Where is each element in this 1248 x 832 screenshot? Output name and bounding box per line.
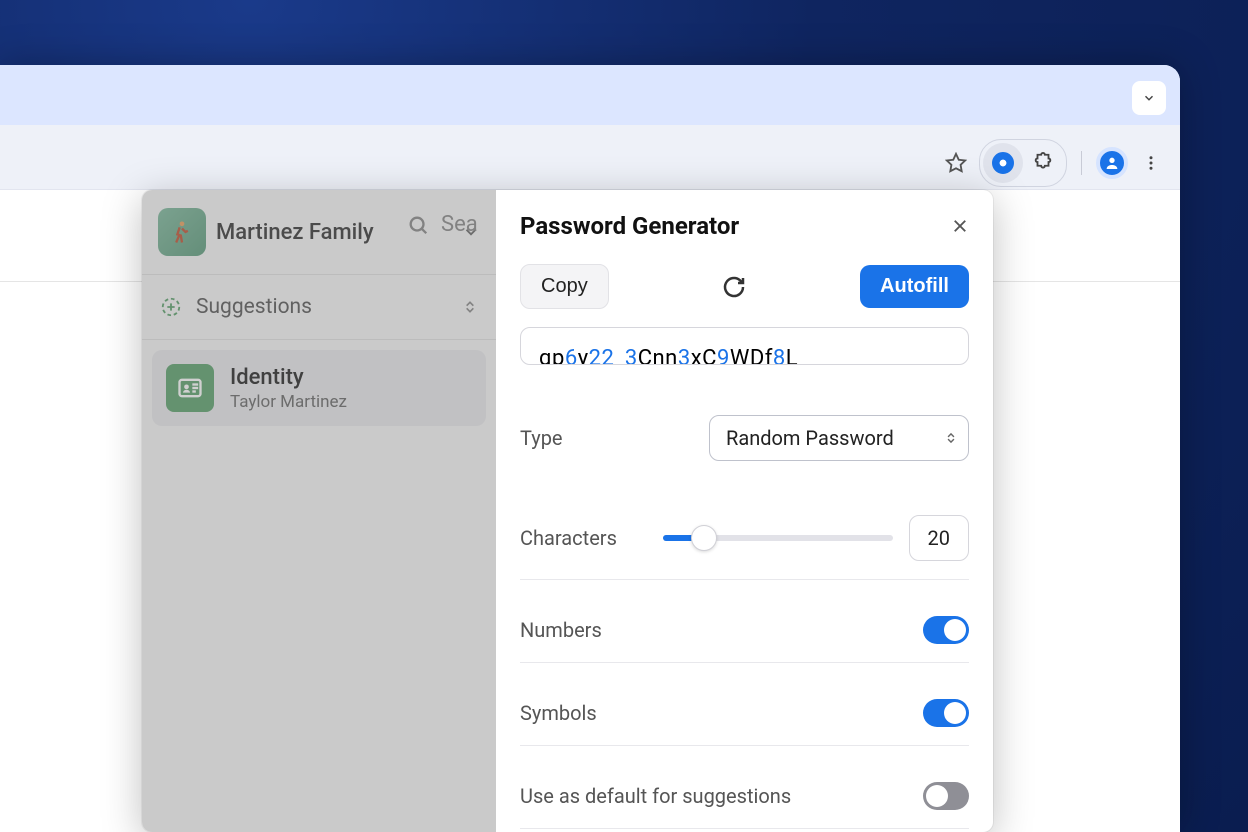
toolbar-divider xyxy=(1081,151,1082,175)
onepassword-popup: Martinez Family Sea Suggestions xyxy=(142,190,993,832)
default-label: Use as default for suggestions xyxy=(520,784,791,808)
star-icon xyxy=(945,152,967,174)
search-field[interactable]: Sea xyxy=(407,212,478,237)
characters-slider[interactable] xyxy=(663,535,893,541)
default-toggle[interactable] xyxy=(923,782,969,810)
generated-password[interactable]: qp6y22_3Cnn3xC9WDf8L xyxy=(520,327,969,365)
type-label: Type xyxy=(520,426,563,450)
identity-icon xyxy=(166,364,214,412)
identity-item[interactable]: Identity Taylor Martinez xyxy=(152,350,486,426)
search-placeholder: Sea xyxy=(441,212,478,237)
item-subtitle: Taylor Martinez xyxy=(230,392,347,412)
popup-left-panel: Martinez Family Sea Suggestions xyxy=(142,190,496,832)
refresh-icon xyxy=(722,275,746,299)
extensions-button[interactable] xyxy=(1023,143,1063,183)
puzzle-icon xyxy=(1032,152,1054,174)
panel-title: Password Generator xyxy=(520,212,739,240)
characters-label: Characters xyxy=(520,526,617,550)
sort-icon xyxy=(462,299,478,315)
symbols-toggle[interactable] xyxy=(923,699,969,727)
tab-strip xyxy=(0,65,1180,125)
chevron-down-icon xyxy=(1142,91,1156,105)
vault-icon xyxy=(158,208,206,256)
onepassword-extension-button[interactable] xyxy=(983,143,1023,183)
browser-toolbar xyxy=(0,125,1180,190)
numbers-toggle[interactable] xyxy=(923,616,969,644)
sparkle-icon xyxy=(160,296,182,318)
password-generator-panel: Password Generator Copy Autofill qp6y22_… xyxy=(496,190,993,832)
hiker-icon xyxy=(168,218,196,246)
close-button[interactable] xyxy=(951,217,969,235)
item-title: Identity xyxy=(230,365,347,390)
profile-button[interactable] xyxy=(1096,147,1128,179)
browser-menu-button[interactable] xyxy=(1132,144,1170,182)
search-icon xyxy=(407,214,429,236)
type-select[interactable]: Random Password xyxy=(709,415,969,461)
extensions-group xyxy=(979,139,1067,187)
regenerate-button[interactable] xyxy=(722,275,746,299)
avatar-icon xyxy=(1104,155,1120,171)
slider-thumb[interactable] xyxy=(691,525,717,551)
close-icon xyxy=(951,217,969,235)
autofill-button[interactable]: Autofill xyxy=(860,265,969,308)
numbers-label: Numbers xyxy=(520,618,602,642)
tab-search-button[interactable] xyxy=(1132,81,1166,115)
copy-button[interactable]: Copy xyxy=(520,264,609,309)
bookmark-button[interactable] xyxy=(937,144,975,182)
kebab-icon xyxy=(1142,154,1160,172)
page-content: Martinez Family Sea Suggestions xyxy=(0,190,1180,832)
browser-window: Martinez Family Sea Suggestions xyxy=(0,65,1180,832)
suggestions-label: Suggestions xyxy=(196,295,312,319)
characters-value[interactable]: 20 xyxy=(909,515,969,561)
select-caret-icon xyxy=(944,431,958,445)
symbols-label: Symbols xyxy=(520,701,597,725)
type-value: Random Password xyxy=(726,426,894,450)
suggestions-section[interactable]: Suggestions xyxy=(142,274,496,340)
onepassword-icon xyxy=(992,152,1014,174)
